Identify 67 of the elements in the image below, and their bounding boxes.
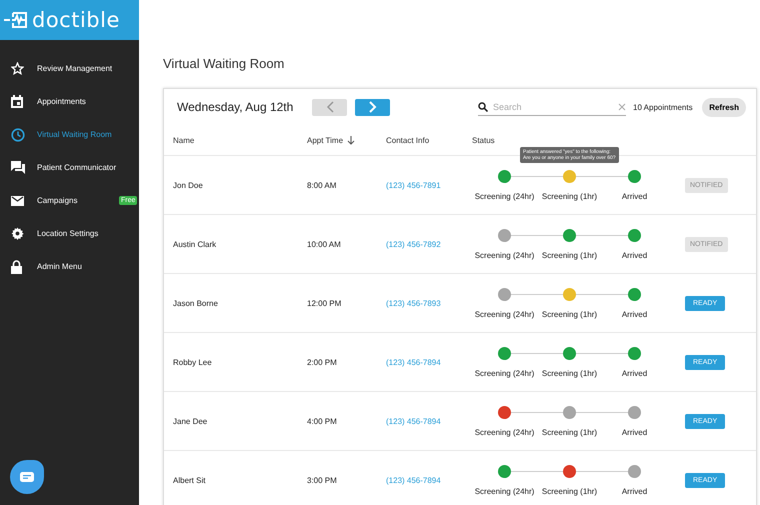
message-icon [20,472,34,482]
step-label: Screening (1hr) [542,368,598,378]
arrow-down-icon [347,136,356,144]
sidebar-item[interactable]: Appointments [0,85,139,118]
sidebar-item[interactable]: Patient Communicator [0,151,139,184]
step-label: Arrived [622,250,648,260]
mail-icon [11,196,24,206]
appointment-time: 10:00 AM [307,240,342,248]
step-label: Screening (24hr) [474,250,534,260]
appointment-time: 2:00 PM [307,358,338,366]
logo-icon [4,10,28,30]
appointment-time: 12:00 PM [307,298,342,308]
step-label: Arrived [622,368,648,378]
sidebar-item[interactable]: Review Management [0,52,139,85]
lock-icon [11,260,22,274]
patient-name: Austin Clark [173,240,218,248]
phone-link[interactable]: (123) 456-7892 [386,240,472,248]
logo-text: doctible [32,8,120,32]
page-title: Virtual Waiting Room [163,56,286,71]
next-button[interactable] [355,98,390,116]
search-icon [478,102,488,112]
phone-link[interactable]: (123) 456-7894 [386,358,472,366]
phone-link[interactable]: (123) 456-7894 [386,476,472,484]
date-label: Wednesday, Aug 12th [177,100,294,114]
step-label: Screening (24hr) [474,428,534,436]
step-label: Screening (1hr) [542,192,598,200]
phone-link[interactable]: (123) 456-7893 [386,298,472,308]
patient-name: Robby Lee [173,358,213,366]
appointment-time: 8:00 AM [307,180,338,190]
column-header: Status [472,136,495,144]
phone-link[interactable]: (123) 456-7891 [386,180,472,190]
step-label: Arrived [622,192,648,200]
patient-name: Jason Borne [173,298,219,308]
appointment-count: 10 Appointments [633,102,693,112]
step-label: Screening (1hr) [542,486,598,496]
close-icon[interactable] [618,102,626,110]
patient-name: Albert Sit [173,476,206,484]
sidebar-item[interactable]: Admin Menu [0,250,139,283]
appointment-time: 3:00 PM [307,476,338,484]
chat-button[interactable] [10,460,44,494]
patient-name: Jane Dee [173,416,208,426]
sidebar-item[interactable]: Location Settings [0,217,139,250]
step-label: Screening (1hr) [542,310,598,318]
chevron-left-icon [326,101,334,113]
step-label: Arrived [622,428,648,436]
column-header: Contact Info [386,136,430,144]
refresh-button[interactable]: Refresh [702,98,746,116]
step-label: Screening (1hr) [542,250,598,260]
appointment-time: 4:00 PM [307,416,338,426]
patient-name: Jon Doe [173,180,204,190]
step-label: Screening (24hr) [474,486,534,496]
step-label: Screening (1hr) [542,428,598,436]
settings-icon [11,227,24,240]
column-header: Name [173,136,196,144]
calendar-icon [11,95,23,108]
step-label: Screening (24hr) [474,368,534,378]
step-label: Screening (24hr) [474,310,534,318]
star-icon [11,62,24,75]
step-label: Screening (24hr) [474,192,534,200]
chevron-right-icon [368,101,376,113]
clock-icon [11,128,25,142]
sidebar-item[interactable]: Virtual Waiting Room [0,118,139,151]
column-header[interactable]: Appt Time [307,136,386,144]
step-label: Arrived [622,486,648,496]
chat-icon [11,161,25,174]
step-label: Arrived [622,310,648,318]
phone-link[interactable]: (123) 456-7894 [386,416,472,426]
